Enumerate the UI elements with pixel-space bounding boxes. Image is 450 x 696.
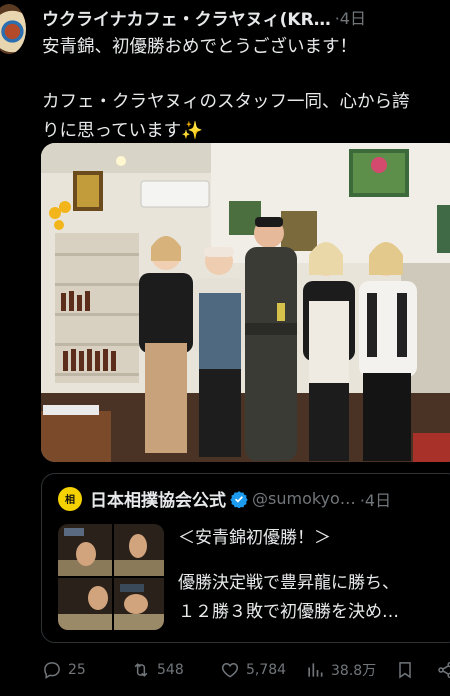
reply-count: 25 (68, 662, 86, 678)
tweet-text: 安青錦、初優勝おめでとうございます！ カフェ・クラヤヌィのスタッフ一同、心から誇… (42, 33, 450, 146)
quoted-handle: @sumokyo… (252, 489, 356, 508)
quoted-display-name: 日本相撲協会公式 (90, 491, 226, 511)
quoted-tweet[interactable]: 相 日本相撲協会公式 @sumokyo… ·4日 ＜安青錦初優勝！＞ 優勝決定戦… (41, 473, 450, 643)
tweet-line-1: 安青錦、初優勝おめでとうございます！ (42, 37, 357, 57)
tweet-header: ウクライナカフェ・クラヤヌィ(KR… ·4日 (42, 4, 450, 30)
quoted-line-3: １２勝３敗で初優勝を決め… (178, 602, 399, 622)
quoted-line-1: ＜安青錦初優勝！＞ (178, 528, 331, 548)
reply-icon (44, 662, 60, 679)
tweet-line-3: りに思っています✨ (42, 117, 450, 146)
views-icon (308, 663, 323, 677)
views-button[interactable]: 38.8万 (305, 660, 376, 680)
display-name[interactable]: ウクライナカフェ・クラヤヌィ(KR… (42, 5, 331, 30)
tweet-line-3-text: りに思っています (42, 121, 182, 141)
tweet-line-2: カフェ・クラヤヌィのスタッフ一同、心から誇 (42, 92, 410, 112)
bookmark-icon (399, 662, 411, 679)
like-count: 5,784 (246, 662, 287, 678)
quoted-thumbnail[interactable] (58, 524, 164, 630)
quoted-timestamp: ·4日 (359, 490, 392, 510)
share-icon (438, 661, 450, 679)
like-button[interactable]: 5,784 (220, 660, 286, 680)
sparkles-emoji: ✨ (181, 121, 203, 141)
tweet-photo[interactable] (41, 143, 450, 462)
quoted-text: ＜安青錦初優勝！＞ 優勝決定戦で豊昇龍に勝ち、 １２勝３敗で初優勝を決め… (178, 524, 450, 627)
timestamp[interactable]: ·4日 (335, 5, 366, 29)
avatar[interactable] (0, 4, 26, 54)
share-button[interactable] (436, 660, 450, 680)
action-bar: 25 548 5,784 38.8万 (0, 652, 450, 692)
quoted-avatar[interactable]: 相 (58, 486, 82, 511)
retweet-button[interactable]: 548 (131, 660, 184, 680)
bookmark-button[interactable] (395, 660, 421, 680)
verified-badge-icon (230, 490, 248, 508)
views-count: 38.8万 (331, 663, 377, 679)
retweet-icon (134, 663, 148, 677)
heart-icon (221, 662, 239, 678)
quoted-tweet-header: 相 日本相撲協会公式 @sumokyo… ·4日 (58, 486, 391, 511)
reply-button[interactable]: 25 (42, 660, 86, 680)
quoted-line-2: 優勝決定戦で豊昇龍に勝ち、 (178, 573, 399, 593)
retweet-count: 548 (157, 662, 184, 678)
